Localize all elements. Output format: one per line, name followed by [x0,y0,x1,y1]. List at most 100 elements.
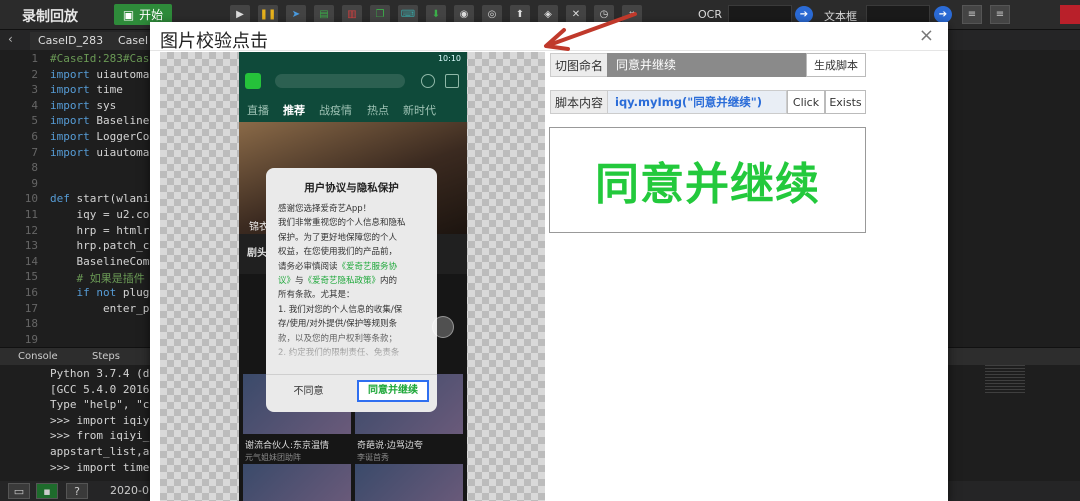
tab-caseid-283[interactable]: CaseID_283 [30,32,113,50]
line-number: 1 [31,52,38,65]
tab-console[interactable]: Console [18,351,58,362]
ocr-label: OCR [698,8,722,21]
menu-icon[interactable]: ≡ [990,5,1010,24]
privacy-popup: 用户协议与隐私保护 感谢您选择爱奇艺App！ 我们非常重视您的个人信息和隐私 保护。… [266,168,437,412]
keyword: import [50,145,90,159]
plus-icon [445,74,459,88]
image-verify-dialog: 图片校验点击 × 10:10 直播 推荐 战疫情 热点 新时代 锦衣 剧头 谢流… [150,22,948,501]
disagree-button[interactable]: 不同意 [266,382,351,397]
line-number: 6 [31,130,38,143]
nav-item: 战疫情 [319,104,352,117]
popup-divider [266,374,437,375]
code-line: import uiautomat [50,67,156,81]
code-line: import LoggerCom [50,130,156,143]
generate-script-button[interactable]: 生成脚本 [806,53,866,77]
popup-body-line: 1. 我们对您的个人信息的收集/保 [278,303,428,317]
line-number: 8 [31,161,38,175]
popup-text: 权益，在您使用我们的产品前， [278,247,398,258]
line-number: 3 [31,83,38,97]
console-line: [GCC 5.4.0 2016 [50,382,150,396]
console-line: >>> import time [50,460,150,474]
annotation-arrow-icon [544,12,637,51]
popup-body-line: 所有条款。尤其是： [278,288,428,302]
line-number: 2 [31,67,38,81]
card-subtitle: 元气姐妹团助阵 [245,453,301,462]
line-number: 10 [24,192,38,206]
ocr-go-icon[interactable]: ➔ [795,6,813,23]
code-line: def start(wlanip [50,192,156,206]
line-number: 5 [31,114,38,128]
lock-icon[interactable]: ▪ [36,483,58,499]
chevron-left-icon[interactable]: ‹ [8,32,13,46]
console-line: Python 3.7.4 (de [50,367,156,380]
agreement-link[interactable]: 议》 [278,276,295,286]
line-number: 13 [24,239,38,253]
popup-body-line: 权益，在您使用我们的产品前， [278,245,428,259]
nav-item: 热点 [367,104,389,117]
phone-time: 10:10 [437,54,461,63]
keyword: def [50,192,70,206]
keyword: import [50,130,90,143]
nav-item: 新时代 [403,104,436,117]
line-number: 17 [24,301,38,315]
keyword: import [50,114,90,128]
close-icon[interactable]: × [919,25,934,46]
app-logo-icon [245,73,261,89]
terminal-icon[interactable]: ▭ [8,483,30,499]
code-line: #CaseId:283#Cas [50,52,150,65]
script-label: 脚本内容 [550,90,608,114]
popup-text: 所有条款。尤其是： [278,290,355,301]
line-number: 11 [24,208,38,221]
card-subtitle: 李诞首秀 [357,453,389,462]
help-button[interactable]: ? [66,483,88,499]
keyword: import [50,67,90,81]
code-line: import Baseline [50,114,150,128]
keyword: import [50,83,90,97]
click-button[interactable]: Click [787,90,825,114]
popup-body-line: 请务必审慎阅读《爱奇艺服务协 [278,260,428,274]
list-icon[interactable]: ≡ [962,5,982,24]
crop-name-input[interactable]: 同意并继续 [607,53,806,77]
feed-thumbnail [355,464,463,501]
card-title: 谢流合伙人:东京温情 [245,441,330,451]
popup-body-line: 我们非常重视您的个人信息和隐私 [278,216,428,230]
agreement-link[interactable]: 《爱奇艺隐私政策》 [304,276,381,286]
keyword: if not [76,286,117,299]
exists-button[interactable]: Exists [825,90,866,114]
card-title: 奇葩说·边骂边夸 [357,441,423,451]
line-number: 9 [31,176,38,190]
code-line: hrp.patch_c [50,239,150,253]
line-number: 7 [31,145,38,159]
agreement-link[interactable]: 《爱奇艺服务协 [338,262,398,272]
feed-label: 剧头 [247,248,267,259]
popup-body-line: 保护。为了更好地保障您的个人 [278,231,428,245]
popup-body-line: 议》与《爱奇艺隐私政策》内的 [278,274,428,288]
console-line: Type "help", "co [50,398,156,412]
code-line: import sys [50,98,117,112]
nav-item-active: 推荐 [283,104,305,117]
history-icon [421,74,435,88]
nav-item: 直播 [247,104,269,117]
phone-screen: 10:10 直播 推荐 战疫情 热点 新时代 锦衣 剧头 谢流合伙人:东京温情 … [239,52,467,501]
code-line: enter_pl [50,301,156,315]
console-line: >>> import iqiy [50,413,150,427]
textbox-go-icon[interactable]: ➔ [934,6,952,23]
agree-button[interactable]: 同意并继续 [357,380,429,402]
popup-fade [266,328,437,374]
popup-body-line: 感谢您选择爱奇艺App！ [278,202,428,216]
popup-text: 与 [295,276,304,287]
code-line: import uiautomat [50,145,156,159]
minimap [985,365,1025,395]
tab-steps[interactable]: Steps [92,351,120,362]
script-content-field[interactable]: iqy.myImg("同意并继续") [607,90,787,114]
popup-text: 感谢您选择爱奇艺App！ [278,204,372,214]
code-line: # 如果是插件 [50,272,145,286]
popup-text: 保护。为了更好地保障您的个人 [278,232,398,243]
code-line: if not plugi [76,286,157,299]
console-line: >>> from iqiyi_ [50,429,150,443]
stop-button[interactable] [1060,5,1080,24]
screenshot-preview[interactable]: 10:10 直播 推荐 战疫情 热点 新时代 锦衣 剧头 谢流合伙人:东京温情 … [160,52,545,501]
phone-search-bar [275,74,405,88]
code-line: hrp = htmlr [50,223,150,237]
line-number: 19 [24,332,38,346]
